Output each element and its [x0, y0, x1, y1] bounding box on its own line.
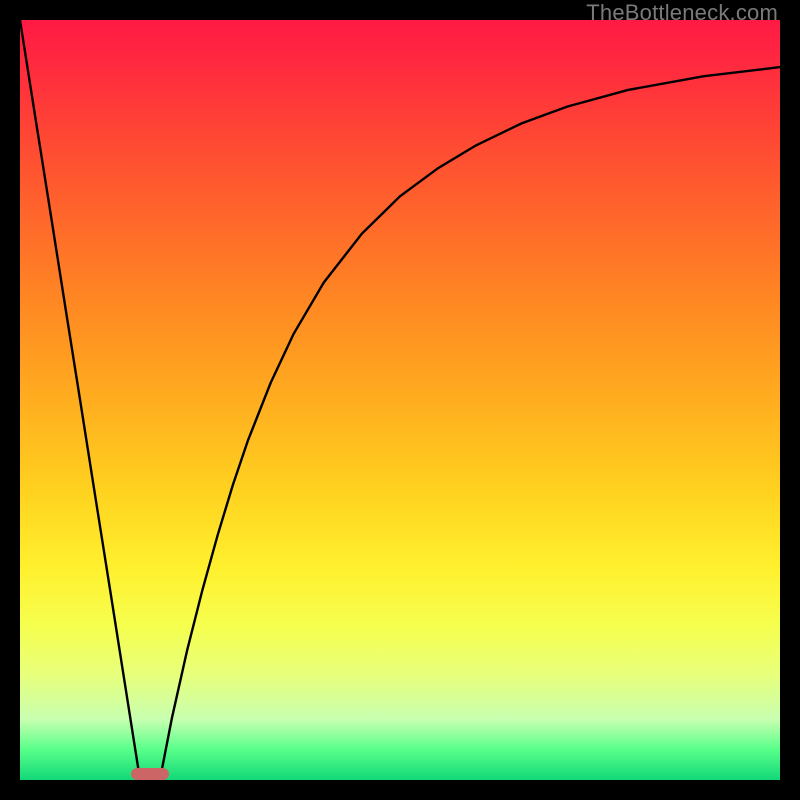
minimum-marker	[131, 768, 169, 780]
curve-left	[20, 20, 140, 780]
watermark-text: TheBottleneck.com	[586, 0, 778, 26]
plot-area	[20, 20, 780, 780]
curve-svg	[20, 20, 780, 780]
curve-right	[160, 67, 780, 780]
chart-frame: TheBottleneck.com	[0, 0, 800, 800]
